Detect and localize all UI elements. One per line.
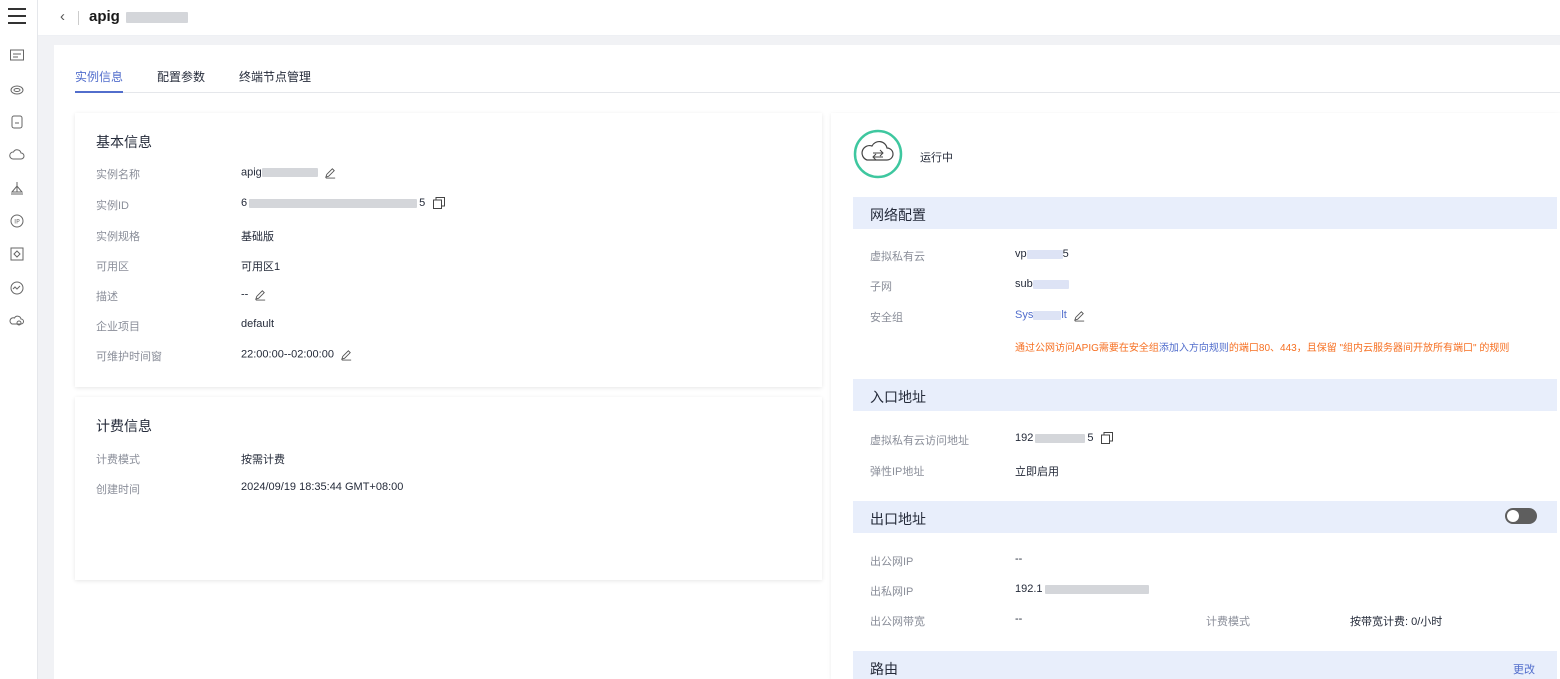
billing-info-card: 计费信息 计费模式 按需计费 创建时间 2024/09/19 18:35:44 … (75, 397, 822, 580)
redacted-text (1032, 279, 1069, 289)
cloud-icon[interactable] (9, 81, 25, 97)
back-button[interactable]: ‹ (60, 8, 65, 25)
redacted-text (249, 198, 418, 208)
add-inbound-rule-link[interactable]: 添加入方向规则 (1159, 343, 1229, 354)
edit-icon[interactable] (324, 166, 337, 179)
target-icon[interactable] (9, 246, 25, 262)
page-title: apig (89, 8, 189, 25)
left-rail: IP (0, 0, 38, 679)
right-panel: 运行中 网络配置 虚拟私有云 vp 5 子网 sub 安全组 Sys lt 通过公网… (831, 113, 1560, 679)
copy-icon[interactable] (1101, 432, 1114, 445)
divider (78, 11, 79, 25)
network-config-header: 网络配置 (853, 197, 1557, 229)
menu-icon[interactable] (8, 8, 26, 24)
tab-bar: 实例信息 配置参数 终端节点管理 (75, 67, 1560, 93)
route-header: 路由 更改 (853, 651, 1557, 679)
ingress-address-header: 入口地址 (853, 379, 1557, 411)
redacted-text (261, 168, 318, 177)
tab-instance-info[interactable]: 实例信息 (75, 68, 124, 93)
gateway-status-icon (853, 129, 903, 179)
cloud-outline-icon[interactable] (9, 147, 25, 163)
section-title: 基本信息 (96, 134, 152, 150)
copy-icon[interactable] (433, 197, 446, 210)
security-group-warning: 通过公网访问APIG需要在安全组添加入方向规则的端口80、443，且保留 "组内… (1015, 343, 1510, 354)
tab-config-params[interactable]: 配置参数 (157, 68, 205, 85)
edit-icon[interactable] (254, 288, 267, 301)
security-group-link[interactable]: Sys lt (1015, 309, 1067, 321)
row-public-bandwidth: 出公网带宽 -- 计费模式 按带宽计费: 0/小时 (870, 613, 1443, 628)
egress-toggle[interactable] (1505, 508, 1537, 524)
egress-address-header: 出口地址 (853, 501, 1557, 533)
basic-info-card: 基本信息 实例名称 apig 实例ID 65 实例规格 基础版 可用区 可用区1… (75, 113, 822, 387)
instance-icon[interactable] (9, 47, 25, 63)
edit-icon[interactable] (340, 348, 353, 361)
redacted-text (126, 11, 189, 23)
vpc-link[interactable]: vp 5 (1015, 248, 1069, 260)
edit-icon[interactable] (1073, 309, 1086, 322)
main-panel: 实例信息 配置参数 终端节点管理 基本信息 实例名称 apig 实例ID 65 … (54, 45, 1560, 679)
subnet-link[interactable]: sub (1015, 278, 1069, 290)
section-title: 计费信息 (96, 418, 152, 434)
chart-icon[interactable] (9, 280, 25, 296)
redacted-text (1026, 249, 1063, 259)
chevron-left-icon: ‹ (60, 8, 65, 25)
ship-icon[interactable] (9, 180, 25, 196)
status-text: 运行中 (920, 152, 953, 164)
redacted-text (1044, 584, 1149, 594)
content-canvas: 实例信息 配置参数 终端节点管理 基本信息 实例名称 apig 实例ID 65 … (38, 36, 1560, 679)
tab-endpoint-management[interactable]: 终端节点管理 (239, 68, 311, 85)
enable-eip-link[interactable]: 立即启用 (1015, 463, 1059, 479)
svg-text:IP: IP (14, 219, 20, 226)
redacted-text (1033, 311, 1062, 320)
redacted-text (1035, 433, 1086, 443)
change-route-link[interactable]: 更改 (1513, 661, 1535, 677)
ip-icon[interactable]: IP (9, 213, 25, 229)
database-icon[interactable] (9, 114, 25, 130)
enterprise-project-link[interactable]: default (241, 318, 274, 330)
top-bar: ‹ apig (38, 0, 1560, 36)
gear-cloud-icon[interactable] (9, 313, 25, 329)
